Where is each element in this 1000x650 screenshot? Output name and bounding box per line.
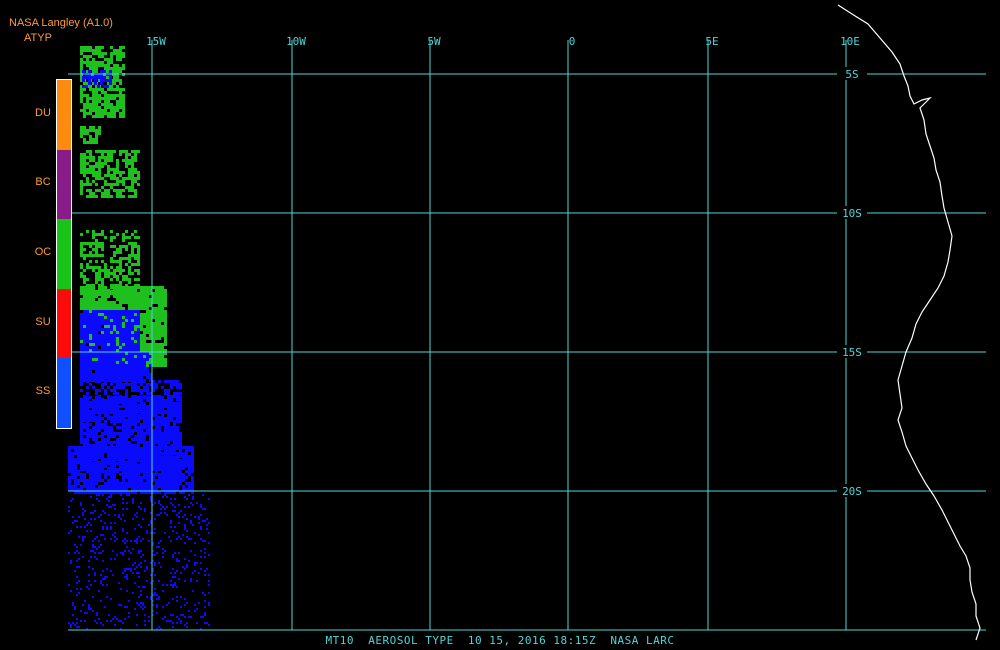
legend-swatch-oc <box>57 219 71 289</box>
blue-region-south <box>68 446 194 494</box>
lat-label-10s: 10S <box>842 207 862 220</box>
legend-label-du: DU <box>35 106 51 119</box>
lat-label-5s: 5S <box>845 68 858 81</box>
satellite-map: 15W 10W 5W 0 5E 10E 5S 10S 15S 20S <box>0 0 1000 650</box>
legend-label-oc: OC <box>34 246 52 258</box>
lon-label-5w: 5W <box>427 35 441 48</box>
lat-label-15s: 15S <box>842 346 862 359</box>
product-title: ATYP <box>24 32 52 44</box>
lon-label-0: 0 <box>569 35 576 48</box>
image-caption: MT10 AEROSOL TYPE 10 15, 2016 18:15Z NAS… <box>325 634 675 647</box>
legend-label-su: SU <box>35 315 51 328</box>
legend-swatch-ss <box>57 358 71 428</box>
legend-swatch-du <box>57 80 71 150</box>
green-region-b <box>80 150 140 198</box>
lon-label-5e: 5E <box>705 35 718 48</box>
legend-swatch-bc <box>57 149 71 220</box>
lon-label-15w: 15W <box>146 35 166 48</box>
source-title: NASA Langley (A1.0) <box>9 17 113 29</box>
lat-label-20s: 20S <box>842 485 862 498</box>
lon-label-10w: 10W <box>286 35 306 48</box>
legend-label-bc: BC <box>35 176 51 189</box>
aerosol-type-legend <box>56 79 72 429</box>
legend-swatch-su <box>57 288 71 359</box>
lon-label-10e: 10E <box>840 35 860 48</box>
legend-label-ss: SS <box>35 385 51 398</box>
